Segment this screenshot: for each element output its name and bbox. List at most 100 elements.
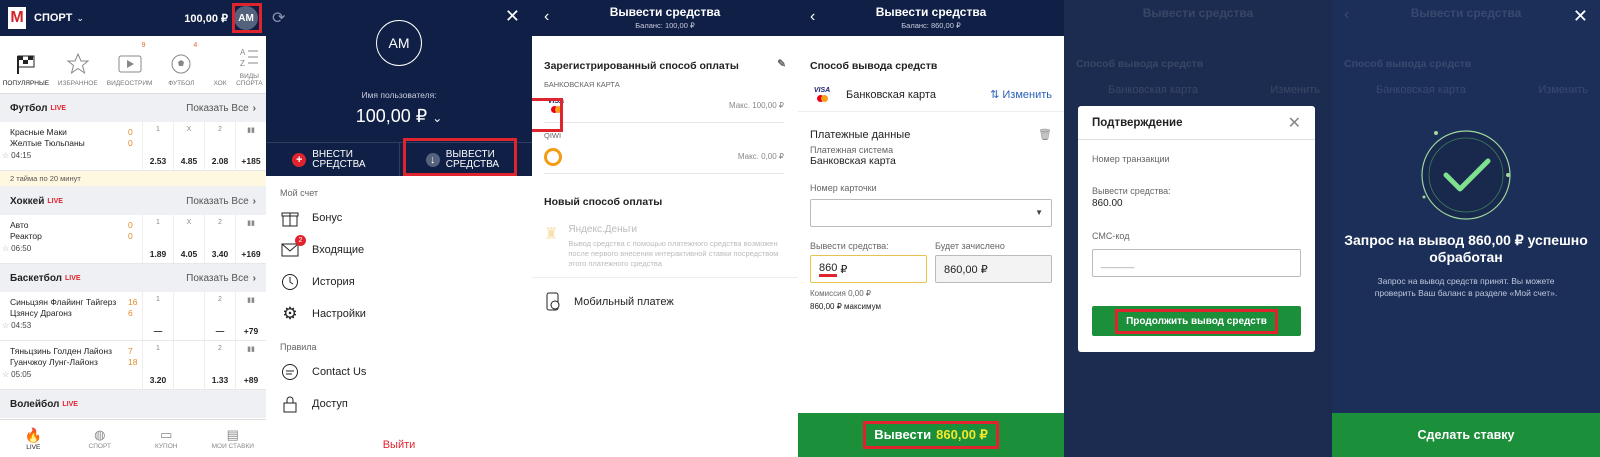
odd-1[interactable]: 1 3.20 [142, 341, 173, 389]
team-1: Синьцзян Флайинг Тайгерз [10, 297, 117, 307]
change-method-link[interactable]: ⇅ Изменить [990, 88, 1052, 101]
fav-star-icon[interactable]: ☆ [2, 151, 9, 160]
menu-history[interactable]: История [266, 266, 532, 298]
show-all-link[interactable]: Показать Все [186, 103, 249, 114]
cat-favorites[interactable]: ИЗБРАННОЕ [52, 36, 104, 93]
edit-icon[interactable]: ✎ [777, 58, 786, 70]
dialog-title: Подтверждение [1092, 116, 1183, 129]
odd-2[interactable]: 2 1.33 [204, 341, 235, 389]
more-markets[interactable]: ▮▮ +169 [235, 215, 266, 263]
team-2: Желтые Тюльпаны [10, 138, 85, 148]
avatar[interactable]: AM [234, 6, 258, 30]
odd-value: 3.20 [149, 375, 167, 385]
withdraw-amount-input[interactable]: 860 ₽ [810, 255, 927, 283]
menu-label: История [312, 276, 355, 288]
cat-label: ФУТБОЛ [168, 80, 195, 87]
yandex-money-option: ♜ Яндекс.Деньги Вывод средства с помощью … [532, 216, 798, 269]
odd-x[interactable] [173, 341, 204, 389]
dialog-header: Подтверждение ✕ [1078, 106, 1315, 140]
back-arrow-icon[interactable]: ‹ [544, 8, 549, 26]
cat-popular[interactable]: ПОПУЛЯРНЫЕ [0, 36, 52, 93]
mobile-payment-option[interactable]: Мобильный платеж [532, 277, 798, 312]
more-markets[interactable]: ▮▮ +89 [235, 341, 266, 389]
odd-x[interactable]: X 4.85 [173, 122, 204, 170]
odd-1[interactable]: 1 2.53 [142, 122, 173, 170]
withdraw-label: ВЫВЕСТИ СРЕДСТВА [445, 148, 500, 170]
sms-code-input[interactable]: ______ [1092, 249, 1301, 277]
bg-method: Способ вывода средств [1076, 58, 1204, 70]
cat-video[interactable]: 9 ВИДЕОСТРИМ [104, 36, 156, 93]
sport-menu[interactable]: СПОРТ [34, 12, 72, 24]
more-markets[interactable]: ▮▮ +79 [235, 292, 266, 340]
trash-icon[interactable]: 🗑 [1038, 128, 1052, 141]
odd-1[interactable]: 1— [142, 292, 173, 340]
match-row[interactable]: Красные Маки Желтые Тюльпаны ☆ 04:15 00 1… [0, 122, 266, 171]
match-row[interactable]: Синьцзян Флайинг Тайгерз Цзянсу Драгонз … [0, 292, 266, 341]
odd-value: 2.53 [149, 156, 167, 166]
nav-live[interactable]: 🔥 LIVE [0, 420, 67, 457]
sms-label: СМС-код [1092, 231, 1130, 241]
close-icon[interactable]: ✕ [1288, 113, 1301, 133]
bg-method: Способ вывода средств [1344, 58, 1472, 70]
chevron-down-icon[interactable]: ⌄ [76, 13, 84, 24]
cat-label: ПОПУЛЯРНЫЕ [2, 80, 50, 87]
video-badge: 9 [141, 42, 146, 49]
withdraw-button[interactable]: ↓ ВЫВЕСТИ СРЕДСТВА [398, 143, 533, 176]
odd-2[interactable]: 2 2.08 [204, 122, 235, 170]
match-row[interactable]: Тяньцзинь Голден Лайонз Гуанчжоу Лунг-Ла… [0, 341, 266, 390]
menu-contact[interactable]: Contact Us [266, 356, 532, 388]
match-row[interactable]: Авто Реактор ☆ 06:50 00 1 1.89 X 4.05 2 3.40… [0, 215, 266, 264]
fav-star-icon[interactable]: ☆ [2, 370, 9, 379]
top-bar: M СПОРТ ⌄ 100,00 ₽ AM [0, 0, 266, 36]
nav-coupon[interactable]: ▭ КУПОН [133, 420, 200, 457]
back-arrow-icon[interactable]: ‹ [1344, 6, 1349, 24]
fav-star-icon[interactable]: ☆ [2, 321, 9, 330]
nav-my-bets[interactable]: ▤ МОИ СТАВКИ [200, 420, 267, 457]
logout-button[interactable]: Выйти [266, 439, 532, 451]
close-icon[interactable]: ✕ [505, 6, 520, 27]
menu-access[interactable]: Доступ [266, 388, 532, 420]
teams: Авто Реактор ☆ 06:50 [0, 215, 128, 263]
odd-x[interactable]: X 4.05 [173, 215, 204, 263]
odd-2[interactable]: 2— [204, 292, 235, 340]
score: 00 [128, 215, 142, 263]
menu-settings[interactable]: ⚙ Настройки [266, 298, 532, 330]
stats-icon: ▮▮ [247, 220, 255, 227]
continue-withdraw-button[interactable]: Продолжить вывод средств [1092, 306, 1301, 336]
fav-star-icon[interactable]: ☆ [2, 244, 9, 253]
sort-az-icon: AZ [236, 45, 262, 69]
cat-football[interactable]: 4 ФУТБОЛ [155, 36, 207, 93]
card-number-select[interactable]: ▼ [810, 199, 1052, 227]
close-icon[interactable]: ✕ [1573, 6, 1588, 27]
menu-inbox[interactable]: 2 Входящие [266, 234, 532, 266]
nav-sport[interactable]: ◍ СПОРТ [67, 420, 134, 457]
show-all-link[interactable]: Показать Все [186, 273, 249, 284]
chevron-down-icon[interactable]: ⌄ [432, 111, 442, 125]
payment-card[interactable]: VISA Макс. 100,00 ₽ [544, 89, 784, 123]
sports-panel: M СПОРТ ⌄ 100,00 ₽ AM ПОПУЛЯРНЫЕ ИЗБРАНН… [0, 0, 266, 457]
odd-header: X [186, 219, 192, 226]
more-markets[interactable]: ▮▮ +185 [235, 122, 266, 170]
odd-x[interactable] [173, 292, 204, 340]
logo-icon[interactable]: M [8, 7, 26, 29]
odd-1[interactable]: 1 1.89 [142, 215, 173, 263]
odd-2[interactable]: 2 3.40 [204, 215, 235, 263]
score-1: 7 [128, 346, 133, 356]
place-bet-button[interactable]: Сделать ставку [1332, 413, 1600, 457]
show-all-link[interactable]: Показать Все [186, 196, 249, 207]
deposit-button[interactable]: + ВНЕСТИ СРЕДСТВА [266, 143, 399, 176]
menu-bonus[interactable]: Бонус [266, 202, 532, 234]
withdraw-submit-button[interactable]: Вывести 860,00 ₽ [798, 413, 1064, 457]
payment-qiwi[interactable]: Макс. 0,00 ₽ [544, 140, 784, 174]
withdraw-form-panel: ‹ Вывести средства Баланс: 860,00 ₽ Спос… [798, 0, 1064, 457]
cat-hockey[interactable]: ХОК [207, 36, 232, 93]
back-arrow-icon[interactable]: ‹ [810, 8, 815, 26]
team-1: Авто [10, 220, 29, 230]
odd-value: — [153, 326, 163, 336]
refresh-icon[interactable]: ⟳ [272, 8, 285, 28]
odd-value: — [215, 326, 225, 336]
score-2: 0 [128, 231, 133, 241]
cat-all-sports[interactable]: AZ ВИДЫ СПОРТА [233, 36, 266, 93]
teams: Красные Маки Желтые Тюльпаны ☆ 04:15 [0, 122, 128, 170]
ticket-icon: ▭ [160, 427, 173, 442]
